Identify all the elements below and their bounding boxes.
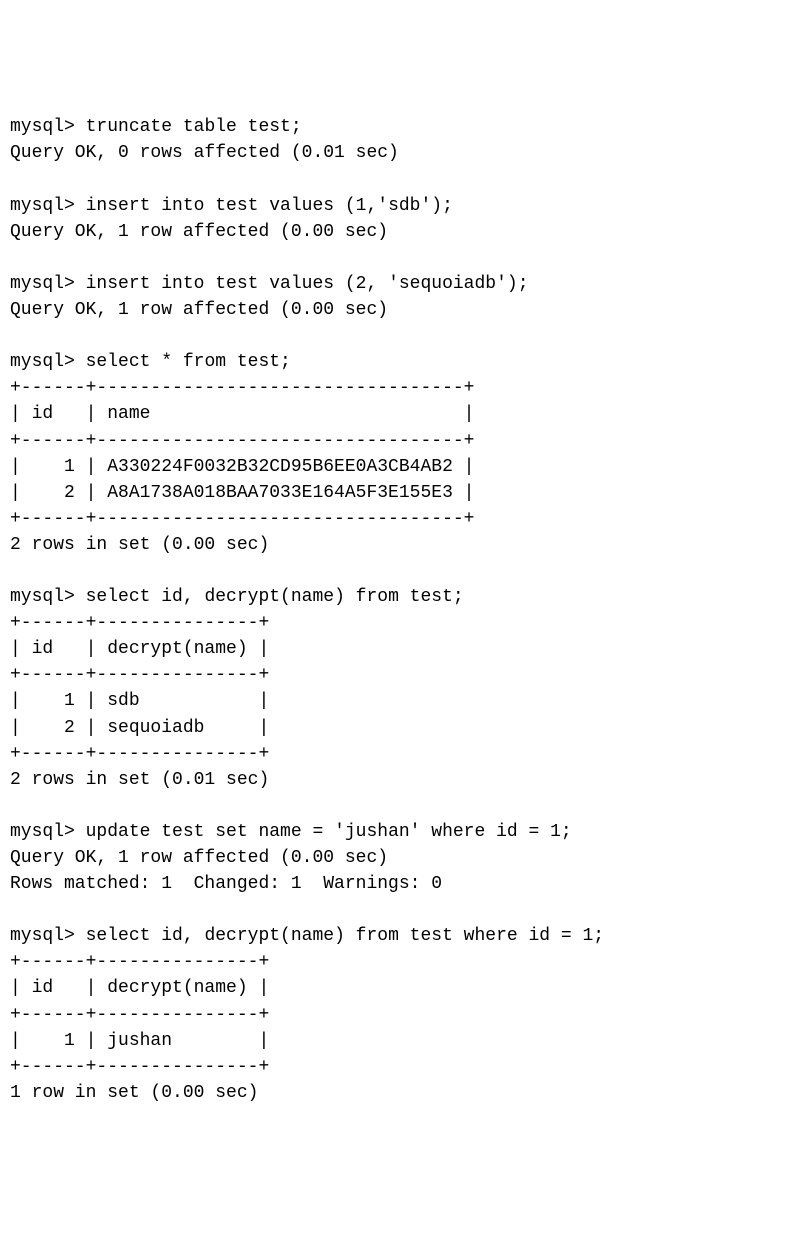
sql-command: select id, decrypt(name) from test where… (86, 926, 604, 946)
table-header: | id | decrypt(name) | (10, 639, 269, 659)
table-border: +------+---------------+ (10, 1057, 269, 1077)
prompt: mysql> (10, 352, 75, 372)
sql-command: truncate table test; (86, 117, 302, 137)
table-border: +------+--------------------------------… (10, 431, 474, 451)
result-footer: 1 row in set (0.00 sec) (10, 1083, 258, 1103)
table-border: +------+---------------+ (10, 613, 269, 633)
result-footer: 2 rows in set (0.00 sec) (10, 535, 269, 555)
table-row: | 1 | jushan | (10, 1031, 269, 1051)
sql-command: update test set name = 'jushan' where id… (86, 822, 572, 842)
prompt: mysql> (10, 274, 75, 294)
query-response: Query OK, 1 row affected (0.00 sec) (10, 222, 388, 242)
prompt: mysql> (10, 926, 75, 946)
table-row: | 1 | A330224F0032B32CD95B6EE0A3CB4AB2 | (10, 457, 474, 477)
table-header: | id | decrypt(name) | (10, 978, 269, 998)
query-response: Query OK, 1 row affected (0.00 sec) Rows… (10, 848, 442, 894)
sql-command: select id, decrypt(name) from test; (86, 587, 464, 607)
prompt: mysql> (10, 822, 75, 842)
result-footer: 2 rows in set (0.01 sec) (10, 770, 269, 790)
table-row: | 1 | sdb | (10, 691, 269, 711)
query-response: Query OK, 1 row affected (0.00 sec) (10, 300, 388, 320)
table-border: +------+---------------+ (10, 952, 269, 972)
prompt: mysql> (10, 196, 75, 216)
query-response: Query OK, 0 rows affected (0.01 sec) (10, 143, 399, 163)
table-row: | 2 | sequoiadb | (10, 718, 269, 738)
terminal-output: mysql> truncate table test; Query OK, 0 … (10, 114, 800, 1106)
prompt: mysql> (10, 587, 75, 607)
table-border: +------+---------------+ (10, 1005, 269, 1025)
sql-command: insert into test values (1,'sdb'); (86, 196, 453, 216)
table-border: +------+--------------------------------… (10, 509, 474, 529)
table-border: +------+---------------+ (10, 665, 269, 685)
table-header: | id | name | (10, 404, 474, 424)
table-row: | 2 | A8A1738A018BAA7033E164A5F3E155E3 | (10, 483, 474, 503)
sql-command: select * from test; (86, 352, 291, 372)
prompt: mysql> (10, 117, 75, 137)
sql-command: insert into test values (2, 'sequoiadb')… (86, 274, 529, 294)
table-border: +------+---------------+ (10, 744, 269, 764)
table-border: +------+--------------------------------… (10, 378, 474, 398)
